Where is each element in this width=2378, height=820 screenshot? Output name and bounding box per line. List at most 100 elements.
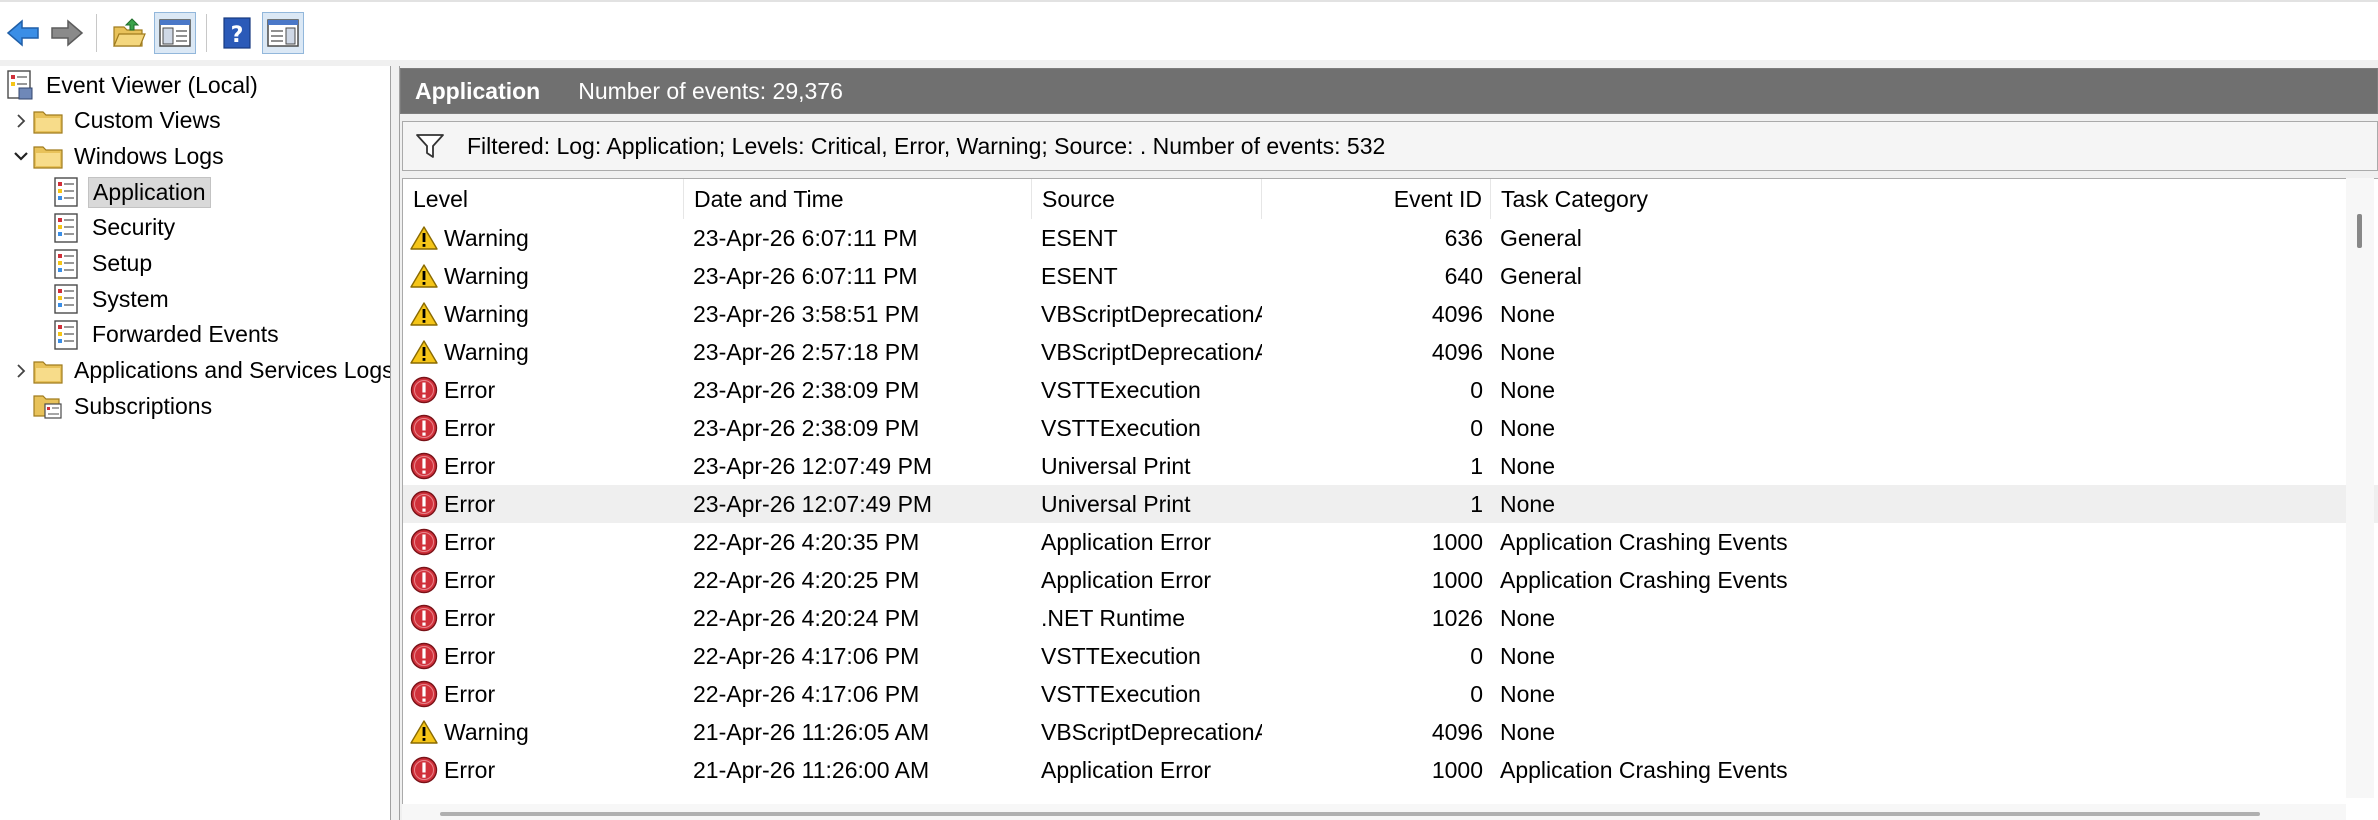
tree-item-windows-logs[interactable]: Windows Logs (10, 139, 228, 173)
open-button[interactable] (108, 12, 150, 54)
cell-text: .NET Runtime (1041, 604, 1186, 631)
cell-source: ESENT (1041, 257, 1262, 295)
table-row[interactable]: Error 23-Apr-26 2:38:09 PM VSTTExecution 0 N… (403, 371, 2378, 409)
cell-text: Error (444, 604, 496, 631)
cell-level: Warning (409, 713, 684, 751)
expand-chevron-icon[interactable] (10, 104, 32, 138)
toolbar: ? (0, 0, 2378, 60)
tree-item-application[interactable]: Application (50, 175, 211, 209)
horizontal-scrollbar[interactable] (402, 804, 2346, 820)
cell-date: 22-Apr-26 4:20:24 PM (693, 599, 1032, 637)
cell-source: Universal Print (1041, 485, 1262, 523)
table-row[interactable]: Error 22-Apr-26 4:17:06 PM VSTTExecution 0 N… (403, 637, 2378, 675)
expand-chevron-icon[interactable] (10, 354, 32, 388)
cell-task: Application Crashing Events (1500, 561, 2378, 599)
tree-item-subscriptions[interactable]: Subscriptions (10, 389, 216, 423)
back-button[interactable] (2, 12, 44, 54)
cell-text: Error (444, 452, 496, 479)
toolbar-separator (96, 14, 97, 52)
table-row[interactable]: Warning 23-Apr-26 6:07:11 PM ESENT 636 Gener… (403, 219, 2378, 257)
cell-text: 23-Apr-26 6:07:11 PM (693, 224, 918, 251)
filter-funnel-icon (415, 133, 445, 159)
cell-source: VBScriptDeprecationAlert (1041, 713, 1262, 751)
cell-event-id: 640 (1262, 257, 1491, 295)
table-row[interactable]: Error 22-Apr-26 4:20:25 PM Application Err… (403, 561, 2378, 599)
cell-date: 23-Apr-26 6:07:11 PM (693, 257, 1032, 295)
tree-item-setup[interactable]: Setup (50, 247, 156, 281)
log-title: Application (415, 77, 541, 104)
cell-text: 21-Apr-26 11:26:05 AM (693, 718, 930, 745)
table-row[interactable]: Error 23-Apr-26 12:07:49 PM Universal Prin… (403, 485, 2378, 523)
cell-text: Application Crashing Events (1500, 566, 1788, 593)
table-row[interactable]: Error 22-Apr-26 4:20:35 PM Application Err… (403, 523, 2378, 561)
cell-text: 23-Apr-26 12:07:49 PM (693, 452, 933, 479)
event-viewer-icon (4, 69, 36, 101)
horizontal-scroll-thumb[interactable] (440, 812, 2260, 816)
tree-item-security[interactable]: Security (50, 211, 179, 245)
results-pane: Application Number of events: 29,376 Fil… (400, 66, 2378, 820)
event-grid: Level Date and Time Source Event ID Task… (402, 178, 2378, 820)
table-row[interactable]: Warning 23-Apr-26 3:58:51 PM VBScriptDepre… (403, 295, 2378, 333)
cell-text: Error (444, 566, 496, 593)
cell-task: None (1500, 599, 2378, 637)
table-row[interactable]: Warning 21-Apr-26 11:26:05 AM VBScriptDepr… (403, 713, 2378, 751)
table-row[interactable]: Error 22-Apr-26 4:20:24 PM .NET Runtime 102… (403, 599, 2378, 637)
column-header-event-id[interactable]: Event ID (1262, 179, 1491, 219)
table-row[interactable]: Warning 23-Apr-26 6:07:11 PM ESENT 640 Gener… (403, 257, 2378, 295)
column-header-task-category[interactable]: Task Category (1491, 179, 2378, 219)
error-icon (409, 489, 439, 519)
cell-date: 23-Apr-26 12:07:49 PM (693, 485, 1032, 523)
tree-item-event-viewer-local-[interactable]: Event Viewer (Local) (4, 68, 262, 102)
tree-item-applications-and-services-logs[interactable]: Applications and Services Logs (10, 354, 390, 388)
table-row[interactable]: Error 22-Apr-26 4:17:06 PM VSTTExecution 0 N… (403, 675, 2378, 713)
vertical-scrollbar[interactable] (2346, 178, 2374, 798)
table-row[interactable]: Error 21-Apr-26 11:26:00 AM Application Er… (403, 751, 2378, 789)
cell-text: 22-Apr-26 4:20:35 PM (693, 528, 920, 555)
cell-text: Error (444, 376, 496, 403)
table-row[interactable]: Error 23-Apr-26 2:38:09 PM VSTTExecution 0 N… (403, 409, 2378, 447)
help-button[interactable]: ? (216, 12, 258, 54)
column-header-source[interactable]: Source (1032, 179, 1262, 219)
tree-item-custom-views[interactable]: Custom Views (10, 104, 225, 138)
tree-item-system[interactable]: System (50, 282, 173, 316)
open-folder-icon (113, 18, 146, 47)
pane-splitter[interactable] (390, 66, 400, 820)
cell-text: Error (444, 680, 496, 707)
vertical-scroll-thumb[interactable] (2357, 214, 2362, 248)
tree-item-label: Security (92, 214, 176, 241)
folder-icon (32, 140, 64, 172)
cell-text: 23-Apr-26 2:38:09 PM (693, 414, 920, 441)
cell-text: 23-Apr-26 2:57:18 PM (693, 338, 920, 365)
cell-level: Error (409, 523, 684, 561)
cell-task: General (1500, 219, 2378, 257)
cell-text: 22-Apr-26 4:20:25 PM (693, 566, 920, 593)
cell-text: VSTTExecution (1041, 414, 1201, 441)
show-hide-action-pane-button[interactable] (262, 12, 304, 54)
error-icon (409, 641, 439, 671)
cell-level: Warning (409, 333, 684, 371)
collapse-chevron-icon[interactable] (10, 139, 32, 173)
cell-level: Error (409, 371, 684, 409)
cell-source: VBScriptDeprecationAlert (1041, 295, 1262, 333)
column-header-date-time[interactable]: Date and Time (684, 179, 1032, 219)
cell-event-id: 1 (1262, 485, 1491, 523)
tree-item-label: Applications and Services Logs (74, 357, 390, 384)
cell-text: Application Crashing Events (1500, 756, 1788, 783)
show-hide-console-tree-button[interactable] (154, 12, 196, 54)
cell-text: 21-Apr-26 11:26:00 AM (693, 756, 930, 783)
tree-item-label: Event Viewer (Local) (46, 71, 258, 98)
column-header-level[interactable]: Level (403, 179, 684, 219)
cell-date: 23-Apr-26 12:07:49 PM (693, 447, 1032, 485)
grid-header: Level Date and Time Source Event ID Task… (403, 179, 2378, 219)
tree-item-forwarded-events[interactable]: Forwarded Events (50, 318, 283, 352)
back-arrow-icon (6, 19, 39, 47)
table-row[interactable]: Error 23-Apr-26 12:07:49 PM Universal Prin… (403, 447, 2378, 485)
log-icon (50, 248, 82, 280)
cell-text: 22-Apr-26 4:20:24 PM (693, 604, 920, 631)
table-row[interactable]: Warning 23-Apr-26 2:57:18 PM VBScriptDepre… (403, 333, 2378, 371)
cell-level: Error (409, 409, 684, 447)
forward-button[interactable] (46, 12, 88, 54)
console-tree: Event Viewer (Local) Custom Views Windows … (0, 66, 390, 820)
tree-item-label: Subscriptions (74, 392, 213, 419)
cell-event-id: 0 (1262, 637, 1491, 675)
